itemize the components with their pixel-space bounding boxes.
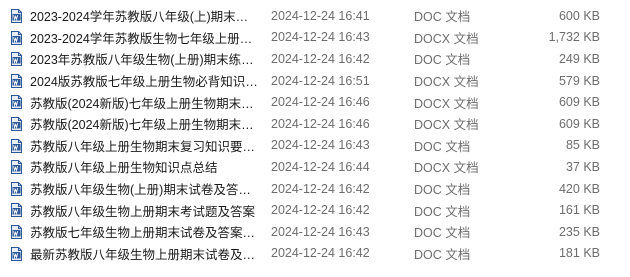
file-size: 1,732 KB [548, 30, 600, 45]
file-type: DOC 文档 [414, 139, 471, 154]
file-type: DOCX 文档 [414, 31, 479, 46]
file-row[interactable]: 苏教版(2024新版)七年级上册生物期末考试试卷 2024-12-24 16:4… [0, 91, 630, 113]
word-document-icon [11, 224, 22, 239]
file-type: DOCX 文档 [414, 96, 479, 111]
word-document-icon [11, 160, 22, 175]
file-row[interactable]: 苏教版(2024新版)七年级上册生物期末考试试卷答案 2024-12-24 16… [0, 113, 630, 135]
file-size: 609 KB [558, 116, 600, 131]
file-name: 苏教版八年级生物上册期末考试题及答案 [30, 204, 256, 219]
word-document-icon [11, 116, 22, 131]
file-modified-date: 2024-12-24 16:44 [271, 159, 370, 174]
file-row[interactable]: 2023-2024学年苏教版生物七年级上册期末试卷 2024-12-24 16:… [0, 27, 630, 49]
word-document-icon [11, 203, 22, 218]
word-document-icon [11, 138, 22, 153]
word-document-icon [11, 246, 22, 261]
file-name: 最新苏教版八年级生物上册期末试卷及答案 [30, 247, 258, 262]
file-type: DOC 文档 [414, 247, 471, 262]
file-size: 235 KB [558, 224, 600, 239]
file-modified-date: 2024-12-24 16:42 [271, 203, 370, 218]
file-size: 85 KB [565, 138, 600, 153]
file-row[interactable]: 苏教版八年级生物上册期末考试题及答案 2024-12-24 16:42 DOC … [0, 199, 630, 221]
file-list: 2023-2024学年苏教版八年级(上)期末生物试卷 2024-12-24 16… [0, 0, 630, 277]
file-row[interactable]: 2023年苏教版八年级生物(上册)期末练习题及答案 2024-12-24 16:… [0, 48, 630, 70]
file-type: DOCX 文档 [414, 75, 479, 90]
file-type: DOCX 文档 [414, 118, 479, 133]
file-modified-date: 2024-12-24 16:42 [271, 181, 370, 196]
file-modified-date: 2024-12-24 16:46 [271, 116, 370, 131]
file-size: 600 KB [558, 8, 600, 23]
file-modified-date: 2024-12-24 16:51 [271, 73, 370, 88]
file-modified-date: 2024-12-24 16:43 [271, 30, 370, 45]
file-name: 苏教版(2024新版)七年级上册生物期末考试试卷 [30, 96, 258, 111]
file-size: 609 KB [558, 95, 600, 110]
file-row[interactable]: 苏教版八年级生物(上册)期末试卷及答案(完整版) 2024-12-24 16:4… [0, 178, 630, 200]
file-name: 苏教版八年级上册生物期末复习知识要点总结 [30, 139, 258, 154]
file-row[interactable]: 苏教版七年级生物上册期末试卷及答案【完整版】 2024-12-24 16:43 … [0, 221, 630, 243]
word-document-icon [11, 52, 22, 67]
file-name: 苏教版七年级生物上册期末试卷及答案【完整版】 [30, 226, 258, 241]
file-name: 2023年苏教版八年级生物(上册)期末练习题及答案 [30, 53, 258, 68]
file-row[interactable]: 苏教版八年级上册生物知识点总结 2024-12-24 16:44 DOCX 文档… [0, 156, 630, 178]
file-modified-date: 2024-12-24 16:42 [271, 246, 370, 261]
file-size: 161 KB [558, 203, 600, 218]
file-modified-date: 2024-12-24 16:42 [271, 51, 370, 66]
file-name: 苏教版(2024新版)七年级上册生物期末考试试卷答案 [30, 118, 258, 133]
file-modified-date: 2024-12-24 16:43 [271, 224, 370, 239]
file-size: 249 KB [558, 51, 600, 66]
file-row[interactable]: 2024版苏教版七年级上册生物必背知识点总结 2024-12-24 16:51 … [0, 70, 630, 92]
file-size: 37 KB [565, 159, 600, 174]
file-size: 181 KB [558, 246, 600, 261]
file-modified-date: 2024-12-24 16:43 [271, 138, 370, 153]
file-name: 苏教版八年级生物(上册)期末试卷及答案(完整版) [30, 183, 258, 198]
file-type: DOC 文档 [414, 226, 471, 241]
file-name: 2024版苏教版七年级上册生物必背知识点总结 [30, 75, 258, 90]
file-size: 579 KB [558, 73, 600, 88]
file-size: 420 KB [558, 181, 600, 196]
file-row[interactable]: 最新苏教版八年级生物上册期末试卷及答案 2024-12-24 16:42 DOC… [0, 243, 630, 265]
file-name: 2023-2024学年苏教版八年级(上)期末生物试卷 [30, 10, 258, 25]
file-type: DOC 文档 [414, 204, 471, 219]
file-row[interactable]: 2023-2024学年苏教版八年级(上)期末生物试卷 2024-12-24 16… [0, 5, 630, 27]
file-type: DOCX 文档 [414, 161, 479, 176]
file-type: DOC 文档 [414, 183, 471, 198]
word-document-icon [11, 95, 22, 110]
word-document-icon [11, 30, 22, 45]
file-modified-date: 2024-12-24 16:41 [271, 8, 370, 23]
word-document-icon [11, 181, 22, 196]
file-name: 苏教版八年级上册生物知识点总结 [30, 161, 218, 176]
file-name: 2023-2024学年苏教版生物七年级上册期末试卷 [30, 31, 258, 46]
file-type: DOC 文档 [414, 53, 471, 68]
file-modified-date: 2024-12-24 16:46 [271, 95, 370, 110]
file-type: DOC 文档 [414, 10, 471, 25]
file-row[interactable]: 苏教版八年级上册生物期末复习知识要点总结 2024-12-24 16:43 DO… [0, 135, 630, 157]
word-document-icon [11, 73, 22, 88]
word-document-icon [11, 9, 22, 23]
